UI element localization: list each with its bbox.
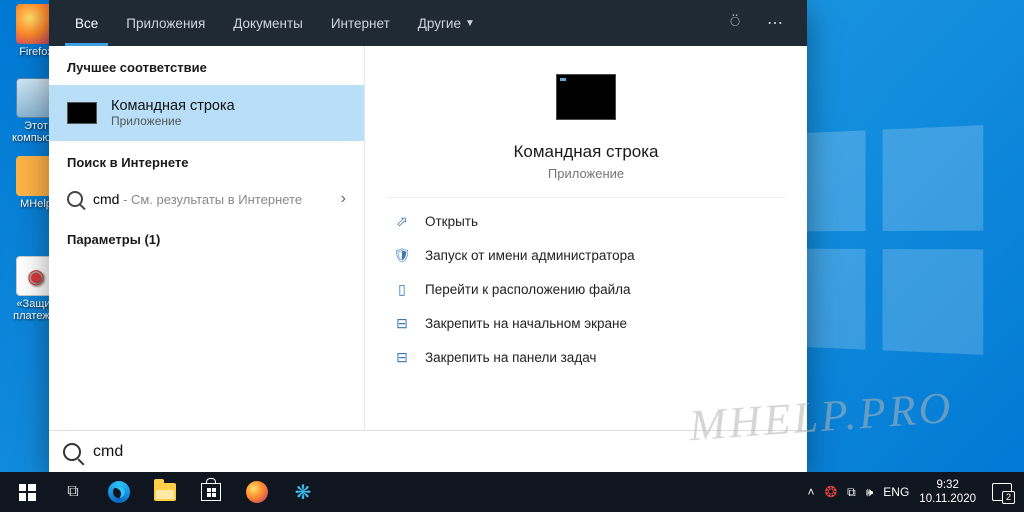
tab-all[interactable]: Все <box>61 0 112 46</box>
tray-clock[interactable]: 9:32 10.11.2020 <box>919 478 976 507</box>
preview-title: Командная строка <box>385 142 787 162</box>
preview-cmd-icon <box>556 74 616 120</box>
folder-icon: ▯ <box>393 281 411 297</box>
tab-other[interactable]: Другие▼ <box>404 0 489 46</box>
action-center-icon[interactable] <box>992 483 1012 501</box>
taskbar-tips[interactable]: ❋ <box>280 472 326 512</box>
results-column: Лучшее соответствие Командная строка При… <box>49 46 365 430</box>
action-pin-start[interactable]: ⊟Закрепить на начальном экране <box>387 306 785 340</box>
action-pin-taskbar[interactable]: ⊟Закрепить на панели задач <box>387 340 785 374</box>
edge-icon <box>108 481 130 503</box>
pin-taskbar-icon: ⊟ <box>393 349 411 365</box>
action-open-file-location[interactable]: ▯Перейти к расположению файла <box>387 272 785 306</box>
tab-documents[interactable]: Документы <box>219 0 317 46</box>
search-tab-bar: Все Приложения Документы Интернет Другие… <box>49 0 807 46</box>
action-run-as-admin[interactable]: 🛡Запуск от имени администратора <box>387 238 785 272</box>
tray-network-icon[interactable]: ⧉ <box>847 485 856 500</box>
chevron-right-icon: › <box>341 190 346 208</box>
store-icon <box>201 483 221 501</box>
shield-icon: 🛡 <box>393 247 411 263</box>
best-match-item[interactable]: Командная строка Приложение <box>49 85 364 141</box>
taskbar-store[interactable] <box>188 472 234 512</box>
action-list: ⬀Открыть 🛡Запуск от имени администратора… <box>387 197 785 380</box>
settings-header[interactable]: Параметры (1) <box>49 218 364 257</box>
tray-chevron-up-icon[interactable]: ˄ <box>808 485 815 499</box>
web-search-item[interactable]: cmd - См. результаты в Интернете › <box>49 180 364 218</box>
explorer-icon <box>154 483 176 501</box>
pin-icon: ⊟ <box>393 315 411 331</box>
tab-apps[interactable]: Приложения <box>112 0 219 46</box>
search-input[interactable] <box>93 443 793 461</box>
taskbar: ⧉ ❋ ˄ ❂ ⧉ 🕪 ENG 9:32 10.11.2020 <box>0 472 1024 512</box>
tab-internet[interactable]: Интернет <box>317 0 404 46</box>
best-match-title: Командная строка <box>111 98 235 114</box>
firefox-icon <box>246 481 268 503</box>
task-view-button[interactable]: ⧉ <box>50 472 96 512</box>
preview-column: Командная строка Приложение ⬀Открыть 🛡За… <box>365 46 807 430</box>
cmd-thumb-icon <box>67 102 97 124</box>
web-search-header: Поиск в Интернете <box>49 141 364 180</box>
taskbar-edge[interactable] <box>96 472 142 512</box>
feedback-icon[interactable]: ⍥ <box>715 14 755 32</box>
search-panel: Все Приложения Документы Интернет Другие… <box>49 0 807 472</box>
preview-subtitle: Приложение <box>385 166 787 181</box>
search-bar <box>49 430 807 472</box>
taskbar-explorer[interactable] <box>142 472 188 512</box>
chevron-down-icon: ▼ <box>465 18 475 29</box>
tray-security-icon[interactable]: ❂ <box>825 483 838 501</box>
tray-language[interactable]: ENG <box>883 485 909 499</box>
tips-icon: ❋ <box>292 481 314 503</box>
open-icon: ⬀ <box>393 213 411 229</box>
search-icon <box>63 443 81 461</box>
tray-volume-icon[interactable]: 🕪 <box>866 485 874 500</box>
windows-icon <box>19 484 36 501</box>
action-open[interactable]: ⬀Открыть <box>387 204 785 238</box>
search-icon <box>67 191 83 207</box>
best-match-subtitle: Приложение <box>111 114 235 128</box>
taskbar-firefox[interactable] <box>234 472 280 512</box>
best-match-header: Лучшее соответствие <box>49 46 364 85</box>
system-tray: ˄ ❂ ⧉ 🕪 ENG 9:32 10.11.2020 <box>800 478 1020 507</box>
start-button[interactable] <box>4 472 50 512</box>
more-options-icon[interactable]: ⋯ <box>755 13 795 33</box>
